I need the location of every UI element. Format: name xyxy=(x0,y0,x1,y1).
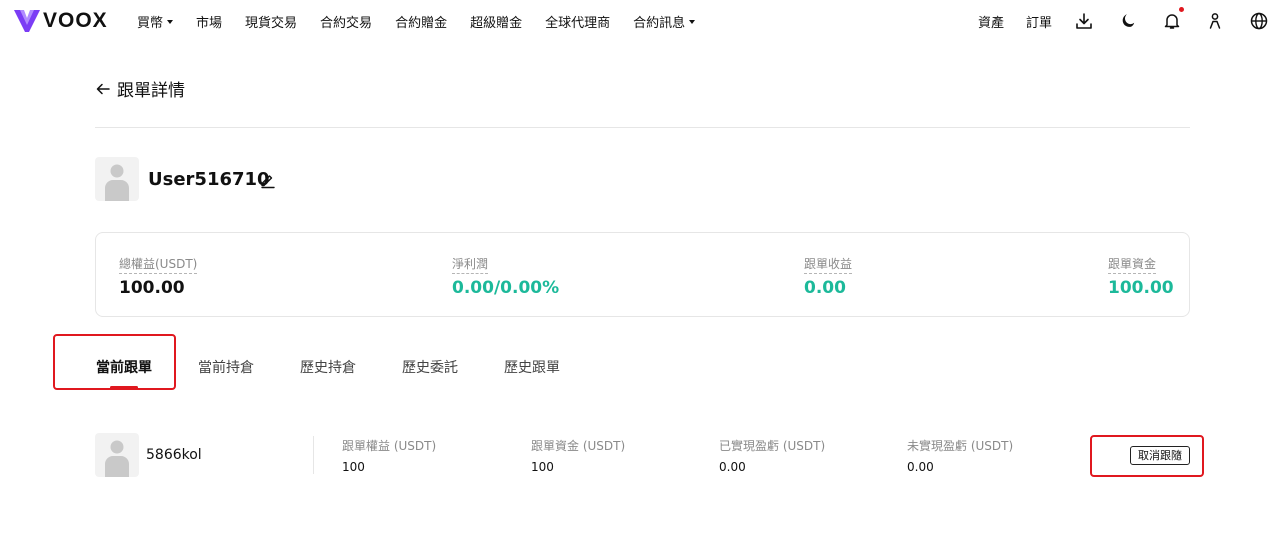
menu-spot-trading[interactable]: 現貨交易 xyxy=(245,12,297,31)
row-divider xyxy=(313,436,314,474)
menu-label: 合約贈金 xyxy=(395,15,448,31)
menu-futures-info[interactable]: 合約訊息 xyxy=(633,12,696,31)
stat-value: 0.00 xyxy=(804,278,846,298)
menu-label: 買幣 xyxy=(137,15,164,31)
avatar xyxy=(95,157,139,201)
nav-orders-link[interactable]: 訂單 xyxy=(1026,12,1052,31)
stat-value: 100.00 xyxy=(1108,278,1174,298)
menu-label: 現貨交易 xyxy=(245,15,298,31)
menu-futures-trading[interactable]: 合約交易 xyxy=(320,12,372,31)
col-copy-equity: 跟單權益 (USDT) 100 xyxy=(342,437,436,474)
page-title: 跟單詳情 xyxy=(117,81,185,101)
menu-super-bonus[interactable]: 超級贈金 xyxy=(470,12,522,31)
globe-icon[interactable] xyxy=(1249,11,1269,31)
stat-copy-funds: 跟單資金 100.00 xyxy=(1108,253,1174,298)
voox-logo-icon xyxy=(14,10,40,32)
col-unrealized-pnl: 未實現盈虧 (USDT) 0.00 xyxy=(907,437,1013,474)
col-label: 跟單權益 (USDT) xyxy=(342,439,437,453)
avatar-placeholder-icon xyxy=(105,440,129,477)
col-label: 未實現盈虧 (USDT) xyxy=(907,439,1014,453)
col-value: 0.00 xyxy=(907,460,934,474)
menu-futures-bonus[interactable]: 合約贈金 xyxy=(395,12,447,31)
tab-position-history[interactable]: 歷史持倉 xyxy=(300,357,356,377)
menu-label: 超級贈金 xyxy=(470,15,523,31)
notification-dot xyxy=(1179,7,1184,12)
menu-markets[interactable]: 市場 xyxy=(196,12,222,31)
tab-copy-history[interactable]: 歷史跟單 xyxy=(504,357,560,377)
stat-value: 100.00 xyxy=(119,278,185,298)
stat-copy-earnings: 跟單收益 0.00 xyxy=(804,253,853,298)
menu-label: 市場 xyxy=(196,15,223,31)
menu-label: 合約訊息 xyxy=(633,15,686,31)
tab-current-positions[interactable]: 當前持倉 xyxy=(198,357,254,377)
tab-current-copy[interactable]: 當前跟單 xyxy=(96,357,152,377)
menu-label: 合約交易 xyxy=(320,15,373,31)
col-label: 跟單資金 (USDT) xyxy=(531,439,626,453)
brand-name: VOOX xyxy=(43,9,108,32)
col-value: 100 xyxy=(342,460,365,474)
main-menu: 買幣 市場 現貨交易 合約交易 合約贈金 超級贈金 全球代理商 合約訊息 xyxy=(137,0,718,42)
trader-avatar xyxy=(95,433,139,477)
brand-logo[interactable]: VOOX xyxy=(14,9,108,33)
active-tab-indicator xyxy=(110,386,138,389)
stat-net-profit: 淨利潤 0.00/0.00% xyxy=(452,253,559,298)
header-divider xyxy=(95,127,1190,128)
col-label: 已實現盈虧 (USDT) xyxy=(719,439,826,453)
chevron-down-icon xyxy=(689,19,696,24)
username: User516710 xyxy=(148,169,270,190)
col-value: 0.00 xyxy=(719,460,746,474)
stat-total-equity: 總權益(USDT) 100.00 xyxy=(119,253,198,298)
nav-assets-link[interactable]: 資產 xyxy=(978,12,1004,31)
menu-buy-crypto[interactable]: 買幣 xyxy=(137,12,174,31)
arrow-left-icon[interactable] xyxy=(95,81,111,97)
stat-value: 0.00/0.00% xyxy=(452,278,560,298)
col-copy-funds: 跟單資金 (USDT) 100 xyxy=(531,437,625,474)
download-icon[interactable] xyxy=(1074,11,1094,31)
menu-label: 全球代理商 xyxy=(545,15,611,31)
col-realized-pnl: 已實現盈虧 (USDT) 0.00 xyxy=(719,437,825,474)
stats-card: 總權益(USDT) 100.00 淨利潤 0.00/0.00% 跟單收益 0.0… xyxy=(95,232,1190,317)
top-nav: VOOX 買幣 市場 現貨交易 合約交易 合約贈金 超級贈金 全球代理商 合約訊… xyxy=(0,0,1280,42)
cancel-follow-button[interactable]: 取消跟隨 xyxy=(1130,446,1190,465)
col-value: 100 xyxy=(531,460,554,474)
moon-icon[interactable] xyxy=(1118,11,1138,31)
trader-name[interactable]: 5866kol xyxy=(146,447,202,463)
user-icon[interactable] xyxy=(1205,11,1225,31)
stat-label[interactable]: 淨利潤 xyxy=(452,255,489,274)
stat-label[interactable]: 總權益(USDT) xyxy=(119,255,198,274)
stat-label[interactable]: 跟單收益 xyxy=(804,255,853,274)
page-header: 跟單詳情 xyxy=(95,76,185,101)
edit-icon[interactable] xyxy=(259,171,277,189)
tab-order-history[interactable]: 歷史委託 xyxy=(402,357,458,377)
bell-icon[interactable] xyxy=(1162,11,1182,31)
menu-global-agents[interactable]: 全球代理商 xyxy=(545,12,610,31)
chevron-down-icon xyxy=(167,19,174,24)
stat-label[interactable]: 跟單資金 xyxy=(1108,255,1157,274)
avatar-placeholder-icon xyxy=(105,164,129,201)
